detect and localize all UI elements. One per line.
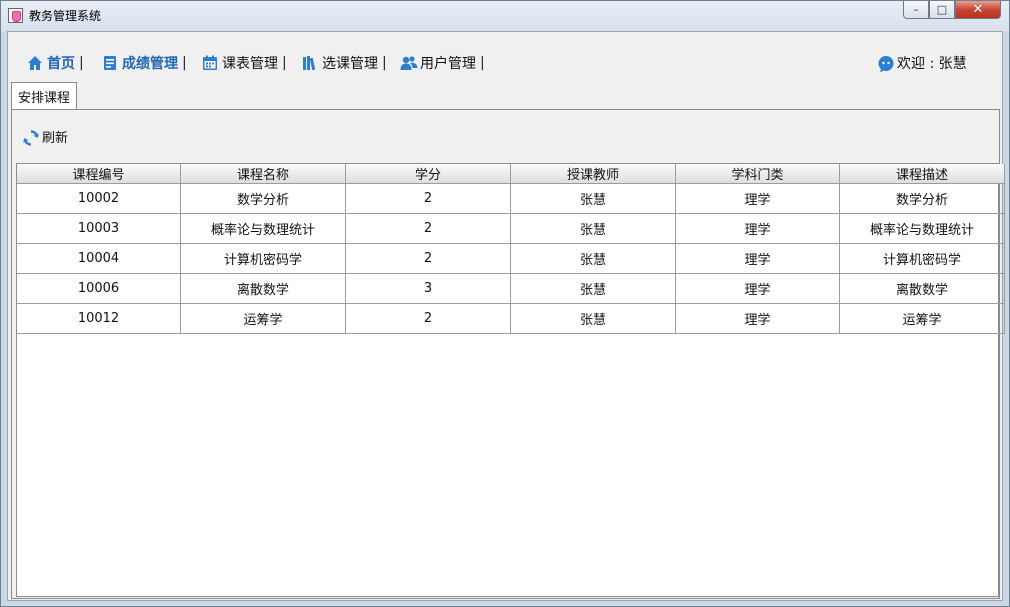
table-cell[interactable]: 运筹学 bbox=[839, 303, 1005, 334]
table-cell[interactable]: 数学分析 bbox=[839, 183, 1005, 214]
table-cell[interactable]: 计算机密码学 bbox=[839, 243, 1005, 274]
column-header-course-id[interactable]: 课程编号 bbox=[17, 164, 181, 184]
maximize-button[interactable]: □ bbox=[929, 1, 955, 19]
table-cell[interactable]: 概率论与数理统计 bbox=[180, 213, 346, 244]
nav-item-schedule[interactable]: 课表管理 | bbox=[202, 53, 287, 73]
nav-item-course-selection[interactable]: 选课管理 | bbox=[302, 53, 387, 73]
table-row[interactable]: 10004 计算机密码学 2 张慧 理学 计算机密码学 bbox=[17, 243, 1005, 274]
close-button[interactable]: ✕ bbox=[955, 1, 1001, 19]
table-cell[interactable]: 理学 bbox=[675, 243, 840, 274]
table-cell[interactable]: 10012 bbox=[17, 303, 181, 334]
table-cell[interactable]: 概率论与数理统计 bbox=[839, 213, 1005, 244]
nav-separator: | bbox=[382, 55, 387, 71]
calendar-icon bbox=[202, 55, 218, 71]
table-cell[interactable]: 理学 bbox=[675, 183, 840, 214]
table-cell[interactable]: 离散数学 bbox=[180, 273, 346, 304]
nav-separator: | bbox=[79, 55, 84, 71]
refresh-label: 刷新 bbox=[42, 131, 69, 146]
tab-panel: 刷新 课程编号 课程名称 学分 授课教师 学科门类 课程描述 10002 数学分… bbox=[11, 109, 1005, 599]
table-cell[interactable]: 张慧 bbox=[510, 243, 676, 274]
users-icon bbox=[400, 55, 418, 71]
table-cell[interactable]: 2 bbox=[345, 243, 511, 274]
nav-separator: | bbox=[480, 55, 485, 71]
table-row[interactable]: 10012 运筹学 2 张慧 理学 运筹学 bbox=[17, 303, 1005, 334]
column-header-description[interactable]: 课程描述 bbox=[839, 164, 1005, 184]
table-cell[interactable]: 理学 bbox=[675, 303, 840, 334]
document-icon bbox=[102, 55, 118, 71]
table-cell[interactable]: 10002 bbox=[17, 183, 181, 214]
table-cell[interactable]: 10004 bbox=[17, 243, 181, 274]
nav-item-users[interactable]: 用户管理 | bbox=[400, 53, 485, 73]
chat-avatar-icon bbox=[877, 55, 894, 73]
nav-item-label: 首页 bbox=[47, 56, 75, 72]
books-icon bbox=[302, 55, 318, 71]
table-cell[interactable]: 张慧 bbox=[510, 303, 676, 334]
nav-separator: | bbox=[182, 55, 187, 71]
nav-separator: | bbox=[282, 55, 287, 71]
app-window: 教务管理系统 – □ ✕ 首页 | 成绩管理 | 课表管理 | 选课管理 | 用… bbox=[0, 0, 1010, 607]
column-header-category[interactable]: 学科门类 bbox=[675, 164, 840, 184]
table-row[interactable]: 10003 概率论与数理统计 2 张慧 理学 概率论与数理统计 bbox=[17, 213, 1005, 244]
nav-item-grades[interactable]: 成绩管理 | bbox=[102, 53, 187, 73]
nav-item-home[interactable]: 首页 | bbox=[27, 53, 84, 73]
minimize-button[interactable]: – bbox=[903, 1, 929, 19]
nav-item-label: 课表管理 bbox=[222, 56, 278, 72]
column-header-credits[interactable]: 学分 bbox=[345, 164, 511, 184]
window-controls: – □ ✕ bbox=[903, 1, 1001, 19]
course-table-container[interactable]: 课程编号 课程名称 学分 授课教师 学科门类 课程描述 10002 数学分析 2 bbox=[16, 163, 1005, 597]
table-cell[interactable]: 计算机密码学 bbox=[180, 243, 346, 274]
client-area: 首页 | 成绩管理 | 课表管理 | 选课管理 | 用户管理 | 欢迎: 张慧… bbox=[7, 31, 1005, 601]
refresh-icon bbox=[22, 129, 39, 146]
table-header-row: 课程编号 课程名称 学分 授课教师 学科门类 课程描述 bbox=[17, 164, 1005, 184]
refresh-button[interactable]: 刷新 bbox=[22, 127, 68, 146]
table-row[interactable]: 10002 数学分析 2 张慧 理学 数学分析 bbox=[17, 183, 1005, 214]
nav-item-label: 选课管理 bbox=[322, 56, 378, 72]
column-header-course-name[interactable]: 课程名称 bbox=[180, 164, 346, 184]
course-table: 课程编号 课程名称 学分 授课教师 学科门类 课程描述 10002 数学分析 2 bbox=[17, 164, 1005, 334]
table-cell[interactable]: 2 bbox=[345, 183, 511, 214]
table-cell[interactable]: 张慧 bbox=[510, 213, 676, 244]
home-icon bbox=[27, 55, 43, 71]
table-cell[interactable]: 数学分析 bbox=[180, 183, 346, 214]
table-cell[interactable]: 张慧 bbox=[510, 273, 676, 304]
table-cell[interactable]: 2 bbox=[345, 303, 511, 334]
table-cell[interactable]: 理学 bbox=[675, 273, 840, 304]
table-cell[interactable]: 3 bbox=[345, 273, 511, 304]
table-cell[interactable]: 张慧 bbox=[510, 183, 676, 214]
table-cell[interactable]: 理学 bbox=[675, 213, 840, 244]
window-title: 教务管理系统 bbox=[29, 9, 102, 23]
column-header-teacher[interactable]: 授课教师 bbox=[510, 164, 676, 184]
welcome-text: 欢迎 : 张慧 bbox=[897, 56, 967, 72]
welcome-user: 欢迎 : 张慧 bbox=[877, 53, 967, 73]
title-bar[interactable]: 教务管理系统 – □ ✕ bbox=[1, 1, 1009, 31]
nav-item-label: 用户管理 bbox=[420, 56, 476, 72]
table-cell[interactable]: 离散数学 bbox=[839, 273, 1005, 304]
table-cell[interactable]: 10006 bbox=[17, 273, 181, 304]
nav-item-label: 成绩管理 bbox=[122, 56, 178, 72]
nav-bar: 首页 | 成绩管理 | 课表管理 | 选课管理 | 用户管理 | 欢迎: 张慧 bbox=[8, 32, 1002, 84]
tab-arrange-courses[interactable]: 安排课程 bbox=[11, 82, 77, 109]
java-app-icon bbox=[8, 8, 23, 23]
table-cell[interactable]: 10003 bbox=[17, 213, 181, 244]
table-cell[interactable]: 运筹学 bbox=[180, 303, 346, 334]
table-row[interactable]: 10006 离散数学 3 张慧 理学 离散数学 bbox=[17, 273, 1005, 304]
table-cell[interactable]: 2 bbox=[345, 213, 511, 244]
